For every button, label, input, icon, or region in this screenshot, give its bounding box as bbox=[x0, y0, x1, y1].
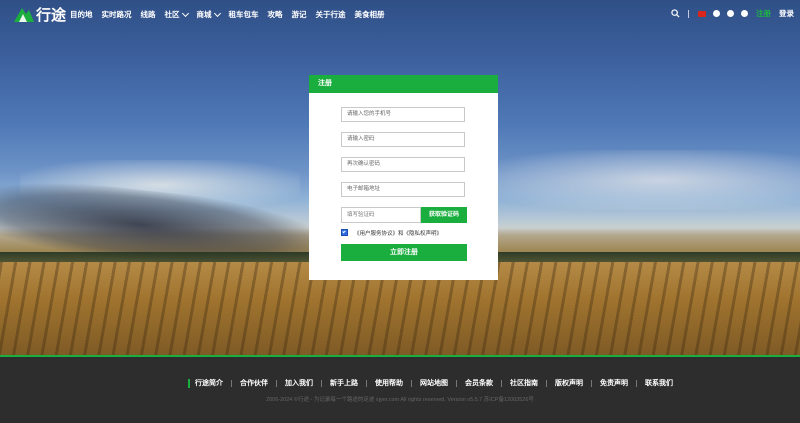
divider bbox=[411, 379, 412, 387]
nav-item-guides[interactable]: 攻略 bbox=[268, 9, 283, 20]
qq-icon[interactable] bbox=[713, 10, 720, 17]
nav-item-mall[interactable]: 商城 bbox=[196, 9, 221, 20]
nav-label: 美食相册 bbox=[354, 10, 385, 19]
get-code-button[interactable]: 获取验证码 bbox=[421, 207, 467, 223]
cloud bbox=[480, 150, 800, 210]
footer-link-help[interactable]: 使用帮助 bbox=[375, 378, 403, 388]
nav-label: 游记 bbox=[291, 10, 307, 19]
register-card: 注册 请输入您的手机号 请输入密码 再次确认密码 电子邮箱地址 填写验证码 获取… bbox=[309, 75, 498, 280]
verification-row: 填写验证码 获取验证码 bbox=[341, 207, 467, 223]
login-link[interactable]: 登录 bbox=[779, 8, 794, 19]
register-submit-button[interactable]: 立即注册 bbox=[341, 244, 467, 261]
divider bbox=[591, 379, 592, 387]
register-form: 请输入您的手机号 请输入密码 再次确认密码 电子邮箱地址 填写验证码 获取验证码… bbox=[341, 107, 467, 261]
nav-item-about[interactable]: 关于行途 bbox=[316, 9, 346, 20]
mountain-logo-icon bbox=[14, 8, 34, 22]
nav-item-community[interactable]: 社区 bbox=[164, 9, 189, 20]
nav-label: 关于行途 bbox=[315, 10, 346, 19]
footer-link-newbie[interactable]: 新手上路 bbox=[330, 378, 358, 388]
divider bbox=[276, 379, 277, 387]
chevron-down-icon bbox=[213, 9, 221, 17]
top-right-tools: 注册 登录 bbox=[671, 8, 794, 19]
nav-label: 攻略 bbox=[267, 10, 283, 19]
search-icon[interactable] bbox=[671, 9, 680, 18]
nav-item-destination[interactable]: 目的地 bbox=[70, 9, 93, 20]
register-link[interactable]: 注册 bbox=[756, 8, 771, 19]
nav-label: 社区 bbox=[164, 10, 180, 19]
footer-link-copyright[interactable]: 版权声明 bbox=[555, 378, 583, 388]
footer-link-intro[interactable]: 行途简介 bbox=[195, 378, 223, 388]
nav-item-travelogues[interactable]: 游记 bbox=[292, 9, 307, 20]
nav-label: 实时路况 bbox=[101, 10, 132, 19]
register-card-title: 注册 bbox=[309, 75, 498, 93]
nav-item-food-album[interactable]: 美食相册 bbox=[355, 9, 385, 20]
confirm-password-input[interactable]: 再次确认密码 bbox=[341, 157, 465, 172]
password-input[interactable]: 请输入密码 bbox=[341, 132, 465, 147]
footer-links: 行途简介 合作伙伴 加入我们 新手上路 使用帮助 网站地图 会员条款 社区指南 … bbox=[188, 378, 673, 388]
nav-item-traffic[interactable]: 实时路况 bbox=[102, 9, 132, 20]
nav-label: 商城 bbox=[196, 10, 212, 19]
weibo-icon[interactable] bbox=[741, 10, 748, 17]
footer-link-disclaimer[interactable]: 免责声明 bbox=[600, 378, 628, 388]
footer-link-sitemap[interactable]: 网站地图 bbox=[420, 378, 448, 388]
site-logo[interactable]: 行途 bbox=[13, 4, 66, 24]
divider bbox=[636, 379, 637, 387]
divider bbox=[366, 379, 367, 387]
nav-label: 目的地 bbox=[70, 10, 93, 19]
footer-link-community-guide[interactable]: 社区指南 bbox=[510, 378, 538, 388]
copyright-text: 2006-2024 ©行途 - 为记录每一个路途的足迹 xjyer.com Al… bbox=[266, 397, 534, 403]
top-navigation: 行途 目的地 实时路况 线路 社区 商城 租车包车 攻略 游记 关于行途 美食相… bbox=[0, 0, 800, 28]
nav-label: 租车包车 bbox=[228, 10, 259, 19]
footer-accent-bar bbox=[188, 378, 190, 388]
main-nav: 目的地 实时路况 线路 社区 商城 租车包车 攻略 游记 关于行途 美食相册 bbox=[70, 9, 394, 20]
divider bbox=[501, 379, 502, 387]
divider bbox=[546, 379, 547, 387]
nav-item-routes[interactable]: 线路 bbox=[141, 9, 156, 20]
divider bbox=[456, 379, 457, 387]
phone-input[interactable]: 请输入您的手机号 bbox=[341, 107, 465, 122]
agreement-checkbox[interactable] bbox=[341, 229, 348, 236]
logo-text: 行途 bbox=[36, 6, 67, 24]
divider bbox=[321, 379, 322, 387]
divider bbox=[688, 9, 689, 18]
agreement-text[interactable]: 《用户服务协议》和《隐私权声明》 bbox=[354, 229, 442, 237]
footer-link-partners[interactable]: 合作伙伴 bbox=[240, 378, 268, 388]
wechat-icon[interactable] bbox=[727, 10, 734, 17]
agreement-row: 《用户服务协议》和《隐私权声明》 bbox=[341, 228, 467, 237]
footer-link-member-terms[interactable]: 会员条款 bbox=[465, 378, 493, 388]
chevron-down-icon bbox=[181, 9, 189, 17]
divider bbox=[231, 379, 232, 387]
verification-code-input[interactable]: 填写验证码 bbox=[341, 207, 421, 223]
china-flag-icon[interactable] bbox=[698, 10, 706, 17]
footer: 行途简介 合作伙伴 加入我们 新手上路 使用帮助 网站地图 会员条款 社区指南 … bbox=[0, 355, 800, 423]
nav-label: 线路 bbox=[140, 10, 156, 19]
footer-link-contact[interactable]: 联系我们 bbox=[645, 378, 673, 388]
footer-link-join[interactable]: 加入我们 bbox=[285, 378, 313, 388]
nav-item-car-rental[interactable]: 租车包车 bbox=[229, 9, 259, 20]
email-input[interactable]: 电子邮箱地址 bbox=[341, 182, 465, 197]
